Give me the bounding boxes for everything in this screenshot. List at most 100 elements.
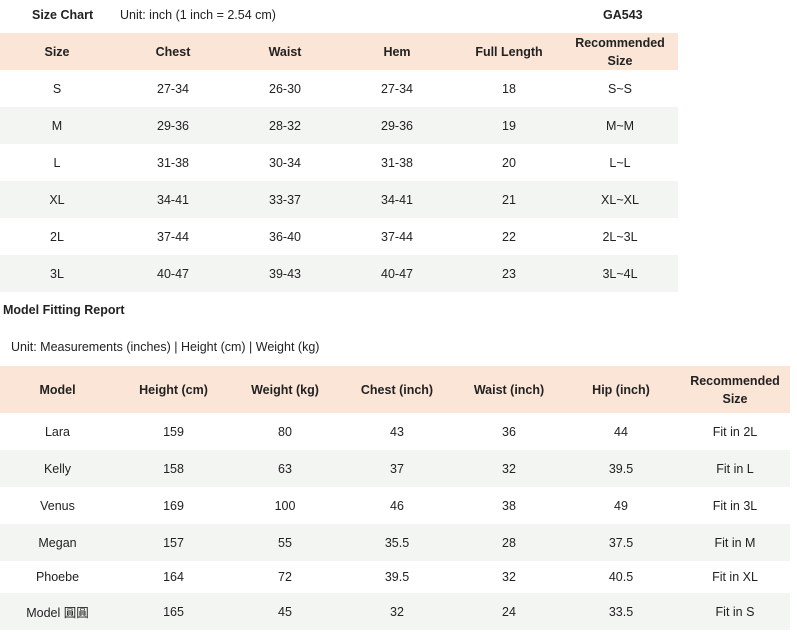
- table-cell: 37-44: [381, 229, 413, 244]
- table-cell: Lara: [44, 424, 71, 439]
- table-cell: 40.5: [608, 570, 634, 584]
- size-chart-title: Size Chart: [32, 8, 94, 22]
- model-fitting-table: Model Height (cm) Weight (kg) Chest (inc…: [0, 366, 790, 630]
- model-report-title: Model Fitting Report: [3, 303, 125, 317]
- column-header: Waist: [268, 44, 302, 59]
- table-cell: Fit in 3L: [712, 498, 758, 513]
- table-cell: 36: [502, 424, 516, 439]
- table-cell: 40-47: [157, 266, 189, 281]
- product-code: GA543: [603, 8, 643, 22]
- table-cell: Fit in S: [715, 604, 755, 619]
- table-cell: 157: [163, 535, 184, 550]
- table-cell: 3L: [50, 266, 64, 281]
- table-cell: 33.5: [608, 604, 634, 619]
- table-cell: 31-38: [381, 155, 413, 170]
- size-chart-table: Size Chest Waist Hem Full Length Recomme…: [0, 33, 678, 292]
- table-row: Phoebe 164 72 39.5 32 40.5 Fit in XL: [0, 561, 790, 593]
- table-cell: 37: [390, 461, 404, 476]
- column-header: Full Length: [475, 44, 543, 59]
- table-cell: 159: [163, 424, 184, 439]
- size-chart-header: Size Chart Unit: inch (1 inch = 2.54 cm)…: [0, 0, 797, 32]
- table-cell: 3L~4L: [602, 266, 638, 281]
- column-header: Hem: [383, 44, 411, 59]
- table-cell: Venus: [40, 498, 75, 513]
- table-cell: 32: [502, 570, 516, 584]
- table-cell: 36-40: [269, 229, 301, 244]
- column-header: Weight (kg): [251, 382, 319, 397]
- table-cell: 49: [614, 498, 628, 513]
- table-cell: 26-30: [269, 81, 301, 96]
- table-cell: 38: [502, 498, 516, 513]
- table-cell: 35.5: [384, 535, 410, 550]
- table-cell: S: [52, 81, 62, 96]
- table-row: 3L 40-47 39-43 40-47 23 3L~4L: [0, 255, 678, 292]
- table-cell: 32: [502, 461, 516, 476]
- table-cell: 27-34: [157, 81, 189, 96]
- column-header: Height (cm): [139, 382, 208, 397]
- table-cell: 28: [502, 535, 516, 550]
- column-header: Model: [39, 382, 76, 397]
- table-row: M 29-36 28-32 29-36 19 M~M: [0, 107, 678, 144]
- column-header: Recommended Size: [690, 373, 780, 406]
- table-cell: 169: [163, 498, 184, 513]
- table-cell: 39.5: [384, 570, 410, 584]
- table-cell: Phoebe: [35, 570, 80, 584]
- table-cell: Fit in L: [716, 461, 754, 476]
- table-cell: 21: [502, 192, 516, 207]
- table-row: L 31-38 30-34 31-38 20 L~L: [0, 144, 678, 181]
- table-cell: Fit in M: [714, 535, 756, 550]
- table-cell: 158: [163, 461, 184, 476]
- table-cell: 44: [614, 424, 628, 439]
- table-cell: 30-34: [269, 155, 301, 170]
- table-cell: Megan: [38, 535, 77, 550]
- table-cell: 43: [390, 424, 404, 439]
- table-cell: 22: [502, 229, 516, 244]
- table-cell: 29-36: [157, 118, 189, 133]
- table-cell: Model 圓圓: [26, 606, 89, 620]
- table-row: 2L 37-44 36-40 37-44 22 2L~3L: [0, 218, 678, 255]
- table-cell: Fit in 2L: [712, 424, 758, 439]
- table-row: Megan 157 55 35.5 28 37.5 Fit in M: [0, 524, 790, 561]
- table-cell: 37.5: [608, 535, 634, 550]
- table-cell: 34-41: [157, 192, 189, 207]
- table-cell: 23: [502, 266, 516, 281]
- table-cell: L~L: [609, 155, 631, 170]
- table-row: XL 34-41 33-37 34-41 21 XL~XL: [0, 181, 678, 218]
- model-table-header-row: Model Height (cm) Weight (kg) Chest (inc…: [0, 366, 790, 413]
- table-cell: 80: [278, 424, 292, 439]
- table-cell: Kelly: [43, 461, 72, 476]
- table-cell: 39-43: [269, 266, 301, 281]
- table-cell: 28-32: [269, 118, 301, 133]
- table-cell: 37-44: [157, 229, 189, 244]
- column-header: Size: [44, 44, 70, 59]
- table-cell: L: [53, 155, 61, 170]
- table-cell: M~M: [605, 118, 635, 133]
- table-cell: 2L: [50, 229, 64, 244]
- table-cell: 24: [502, 604, 516, 619]
- table-cell: XL: [49, 192, 65, 207]
- table-cell: 72: [278, 570, 292, 584]
- table-cell: 55: [278, 535, 292, 550]
- table-row: Lara 159 80 43 36 44 Fit in 2L: [0, 413, 790, 450]
- column-header: Hip (inch): [592, 382, 650, 397]
- table-cell: 18: [502, 81, 516, 96]
- model-report-unit: Unit: Measurements (inches) | Height (cm…: [11, 340, 320, 354]
- column-header: Recommended Size: [575, 35, 665, 68]
- size-chart-unit: Unit: inch (1 inch = 2.54 cm): [120, 8, 276, 22]
- table-cell: 165: [163, 604, 184, 619]
- table-cell: M: [51, 118, 63, 133]
- table-cell: 63: [278, 461, 292, 476]
- table-cell: 19: [502, 118, 516, 133]
- table-cell: 34-41: [381, 192, 413, 207]
- table-row: Kelly 158 63 37 32 39.5 Fit in L: [0, 450, 790, 487]
- table-cell: Fit in XL: [712, 570, 758, 584]
- table-cell: 40-47: [381, 266, 413, 281]
- size-chart-header-row: Size Chest Waist Hem Full Length Recomme…: [0, 33, 678, 70]
- table-cell: 32: [390, 604, 404, 619]
- table-cell: 46: [390, 498, 404, 513]
- column-header: Chest (inch): [360, 382, 434, 397]
- table-cell: 39.5: [608, 461, 634, 476]
- table-row: Venus 169 100 46 38 49 Fit in 3L: [0, 487, 790, 524]
- column-header: Waist (inch): [473, 382, 545, 397]
- table-cell: 33-37: [269, 192, 301, 207]
